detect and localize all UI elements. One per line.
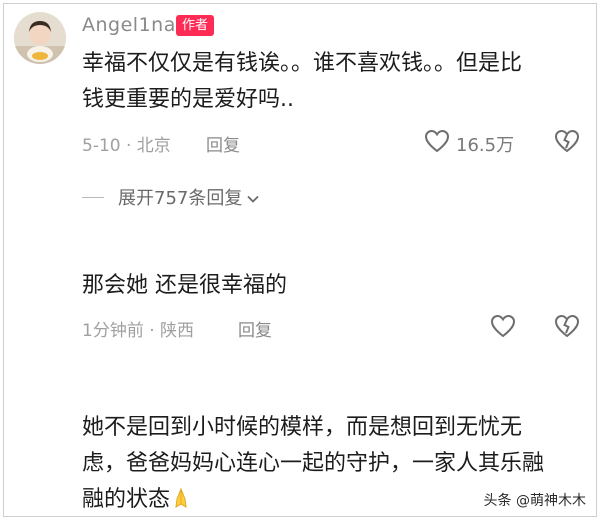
heart-icon[interactable] [424, 129, 450, 153]
comment-line: 虑，爸爸妈妈心连心一起的守护，一家人其乐融 [82, 451, 545, 476]
chevron-down-icon [246, 190, 260, 204]
comment-body: 那会她 还是很幸福的 [82, 268, 287, 304]
comment-line: 融的状态 [82, 482, 544, 518]
comment-body: 她不是回到小时候的模样，而是想回到无忧无 虑，爸爸妈妈心连心一起的守护，一家人其… [82, 410, 544, 518]
divider-line [82, 196, 104, 198]
comment-username[interactable]: Angel1na [82, 14, 176, 36]
like-count: 16.5万 [456, 135, 515, 156]
author-badge: 作者 [176, 15, 215, 36]
avatar[interactable] [14, 12, 66, 64]
expand-replies-button[interactable]: 展开757条回复 [82, 184, 260, 210]
heart-icon[interactable] [490, 314, 516, 338]
broken-heart-icon[interactable] [554, 129, 580, 153]
praying-hands-emoji [170, 485, 192, 508]
comment-meta: 1分钟前 · 陕西 [82, 321, 195, 341]
broken-heart-icon[interactable] [554, 314, 580, 338]
reply-button[interactable]: 回复 [238, 316, 272, 341]
reply-button[interactable]: 回复 [206, 131, 240, 156]
comment-meta: 5-10 · 北京 [82, 136, 171, 156]
comment-line: 那会她 还是很幸福的 [82, 273, 287, 298]
comment-line-text: 融的状态 [82, 487, 171, 512]
comment-body: 幸福不仅仅是有钱诶。。谁不喜欢钱。。但是比 钱更重要的是爱好吗.. [82, 46, 522, 118]
watermark: 头条 @萌神木木 [483, 493, 586, 509]
comment-line: 钱更重要的是爱好吗.. [82, 87, 294, 112]
expand-replies-label: 展开757条回复 [118, 188, 243, 209]
comment-line: 她不是回到小时候的模样，而是想回到无忧无 [82, 415, 523, 440]
comment-line: 幸福不仅仅是有钱诶。。谁不喜欢钱。。但是比 [82, 51, 523, 76]
